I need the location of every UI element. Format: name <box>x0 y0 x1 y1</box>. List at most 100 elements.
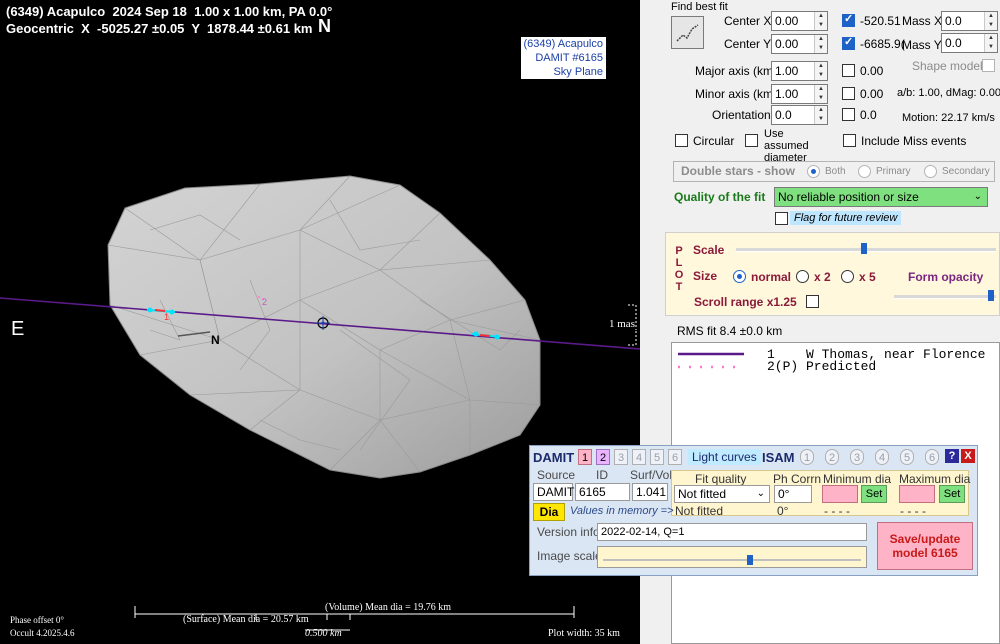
source-label: Source <box>537 468 576 482</box>
legend-asteroid: (6349) Acapulco <box>523 38 604 50</box>
min-dia-field[interactable] <box>822 485 858 503</box>
center-y-input[interactable]: 0.00 ▲ ▼ <box>771 34 828 54</box>
light-curves-button[interactable]: Light curves <box>688 449 761 465</box>
mas-label: 1 mas <box>609 318 635 330</box>
isam-title: ISAM <box>762 450 795 465</box>
isam-model-1-button[interactable]: 1 <box>800 449 814 465</box>
double-stars-label: Double stars - show <box>681 164 796 178</box>
spin-arrows-icon[interactable]: ▲ ▼ <box>814 12 827 30</box>
ph-corrn-field[interactable]: 0° <box>774 485 812 503</box>
isam-model-6-button[interactable]: 6 <box>925 449 939 465</box>
damit-model-5-button[interactable]: 5 <box>650 449 664 465</box>
orientation-input[interactable]: 0.0 ▲ ▼ <box>771 105 828 125</box>
damit-model-4-button[interactable]: 4 <box>632 449 646 465</box>
form-opacity-slider[interactable] <box>894 295 996 299</box>
mem-fit-quality: Not fitted <box>675 504 724 518</box>
chord-label-1: 1 <box>164 312 170 322</box>
fit-quality-select[interactable]: Not fitted ⌄ <box>674 485 770 503</box>
scroll-range-checkbox[interactable] <box>806 295 819 308</box>
help-button[interactable]: ? <box>945 449 959 463</box>
max-dia-field[interactable] <box>899 485 935 503</box>
mass-y-label: Mass Y <box>902 38 942 52</box>
double-stars-group: Double stars - show Both Primary Seconda… <box>673 161 995 182</box>
set-max-dia-button[interactable]: Set <box>939 485 965 503</box>
ph-corrn-label: Ph Corrn <box>773 472 822 486</box>
size-x2-label: x 2 <box>814 270 831 284</box>
shape-model-checkbox[interactable] <box>982 59 995 72</box>
minor-axis-input[interactable]: 1.00 ▲ ▼ <box>771 84 828 104</box>
damit-model-2-button[interactable]: 2 <box>596 449 610 465</box>
scale-slider-thumb[interactable] <box>861 243 867 254</box>
use-assumed-diameter-checkbox[interactable] <box>745 134 758 147</box>
size-label: Size <box>693 269 718 283</box>
primary-label: Primary <box>876 166 911 177</box>
mem-max-dia: - - - - <box>900 504 926 518</box>
find-best-fit-label: Find best fit <box>671 1 728 13</box>
event-row-2[interactable]: 2(P) Predicted <box>767 359 876 374</box>
isam-model-4-button[interactable]: 4 <box>875 449 889 465</box>
circular-label: Circular <box>693 134 735 148</box>
size-x5-radio[interactable] <box>841 270 854 283</box>
major-axis-input[interactable]: 1.00 ▲ ▼ <box>771 61 828 81</box>
scroll-range-label: Scroll range x1.25 <box>694 295 797 309</box>
use-assumed-diameter-label: Use assumed diameter <box>764 128 809 164</box>
center-x-label: Center X <box>724 14 772 28</box>
save-update-model-button[interactable]: Save/update model 6165 <box>877 522 973 570</box>
motion-text: Motion: 22.17 km/s <box>902 112 995 124</box>
orientation-fit-checkbox[interactable] <box>842 108 855 121</box>
major-axis-fit-checkbox[interactable] <box>842 64 855 77</box>
version-info-label: Version info <box>537 525 600 539</box>
mass-x-label: Mass X <box>902 14 943 28</box>
flag-review-checkbox[interactable] <box>775 212 788 225</box>
values-in-memory-label: Values in memory => <box>570 505 674 517</box>
mem-min-dia: - - - - <box>824 504 850 518</box>
north-indicator: N <box>318 16 331 36</box>
isam-model-2-button[interactable]: 2 <box>825 449 839 465</box>
spin-arrows-icon[interactable]: ▲ ▼ <box>984 12 997 30</box>
size-x2-radio[interactable] <box>796 270 809 283</box>
both-radio[interactable] <box>807 165 820 178</box>
spin-arrows-icon[interactable]: ▲ ▼ <box>814 35 827 53</box>
center-y-fit-checkbox[interactable] <box>842 35 855 50</box>
plot-vertical-label: P L O T <box>674 245 684 293</box>
size-normal-radio[interactable] <box>733 270 746 283</box>
quality-fit-select[interactable]: No reliable position or size ⌄ <box>774 187 988 207</box>
mem-ph-corrn: 0° <box>777 504 789 518</box>
id-field[interactable]: 6165 <box>575 483 630 501</box>
mass-y-input[interactable]: 0.0 ▲ ▼ <box>941 33 998 53</box>
damit-model-3-button[interactable]: 3 <box>614 449 628 465</box>
size-x5-label: x 5 <box>859 270 876 284</box>
center-y-label: Center Y <box>724 37 772 51</box>
center-x-fit-checkbox[interactable] <box>842 12 855 27</box>
find-best-fit-button[interactable] <box>671 16 704 49</box>
form-opacity-slider-thumb[interactable] <box>988 290 994 301</box>
isam-model-5-button[interactable]: 5 <box>900 449 914 465</box>
damit-panel: DAMIT 1 2 3 4 5 6 Light curves ISAM 1 2 … <box>529 445 978 576</box>
spin-arrows-icon[interactable]: ▲ ▼ <box>814 106 827 124</box>
chord-label-2: 2 <box>262 297 268 307</box>
spin-arrows-icon[interactable]: ▲ ▼ <box>984 34 997 52</box>
include-miss-checkbox[interactable] <box>843 134 856 147</box>
spin-arrows-icon[interactable]: ▲ ▼ <box>814 85 827 103</box>
image-scale-slider[interactable] <box>597 546 867 568</box>
center-x-input[interactable]: 0.00 ▲ ▼ <box>771 11 828 31</box>
set-min-dia-button[interactable]: Set <box>861 485 887 503</box>
mass-x-input[interactable]: 0.0 ▲ ▼ <box>941 11 998 31</box>
circular-checkbox[interactable] <box>675 134 688 147</box>
image-scale-thumb[interactable] <box>747 555 753 565</box>
dia-button[interactable]: Dia <box>533 503 565 521</box>
orientation-fit-value: 0.0 <box>860 108 877 122</box>
image-scale-label: Image scale <box>537 549 602 563</box>
damit-model-1-button[interactable]: 1 <box>578 449 592 465</box>
primary-radio[interactable] <box>858 165 871 178</box>
minor-axis-fit-checkbox[interactable] <box>842 87 855 100</box>
close-button[interactable]: X <box>961 449 975 463</box>
source-field: DAMIT <box>533 483 574 501</box>
isam-model-3-button[interactable]: 3 <box>850 449 864 465</box>
spin-arrows-icon[interactable]: ▲ ▼ <box>814 62 827 80</box>
secondary-radio[interactable] <box>924 165 937 178</box>
damit-model-6-button[interactable]: 6 <box>668 449 682 465</box>
surfvol-field: 1.041 <box>632 483 668 501</box>
km-scale-label: 0.500 km <box>305 628 342 639</box>
volume-dia-label: (Volume) Mean dia = 19.76 km <box>325 602 451 613</box>
